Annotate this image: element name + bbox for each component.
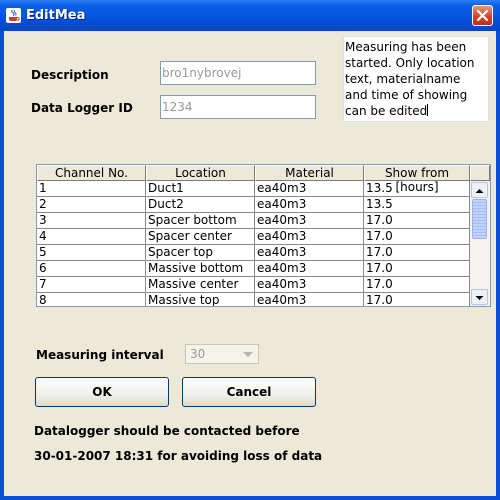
- cell-show-from[interactable]: 17.0: [364, 293, 470, 306]
- cell-show-from[interactable]: 17.0: [364, 245, 470, 261]
- warning-message-line-2: 30-01-2007 18:31 for avoiding loss of da…: [34, 449, 323, 463]
- cell-channel[interactable]: 1: [37, 181, 146, 197]
- edit-mea-window: EditMea Description bro1nybrovej Data Lo…: [0, 0, 500, 500]
- table-row[interactable]: 7 Massive center ea40m3 17.0: [37, 277, 470, 293]
- notice-line-last: can be edited: [345, 103, 488, 119]
- cell-show-from[interactable]: 13.5: [364, 181, 470, 197]
- cell-show-from[interactable]: 17.0: [364, 261, 470, 277]
- cell-material[interactable]: ea40m3: [255, 213, 364, 229]
- cell-material[interactable]: ea40m3: [255, 245, 364, 261]
- scroll-down-button[interactable]: [471, 289, 488, 305]
- table-row[interactable]: 1 Duct1 ea40m3 13.5: [37, 181, 470, 197]
- dialog-body: Description bro1nybrovej Data Logger ID …: [4, 31, 496, 496]
- cell-show-from[interactable]: 17.0: [364, 229, 470, 245]
- text-caret: [427, 104, 429, 116]
- close-button[interactable]: [472, 5, 493, 26]
- cell-material[interactable]: ea40m3: [255, 277, 364, 293]
- notice-textarea[interactable]: Measuring has been started. Only locatio…: [343, 36, 489, 122]
- cell-material[interactable]: ea40m3: [255, 229, 364, 245]
- title-bar[interactable]: EditMea: [0, 0, 500, 31]
- arrow-down-icon: [475, 296, 484, 300]
- notice-line: text, materialname: [345, 72, 461, 86]
- cell-show-from[interactable]: 13.5: [364, 197, 470, 213]
- table-row[interactable]: 8 Massive top ea40m3 17.0: [37, 293, 470, 306]
- table-row[interactable]: 4 Spacer center ea40m3 17.0: [37, 229, 470, 245]
- description-field[interactable]: bro1nybrovej: [160, 61, 316, 85]
- cell-channel[interactable]: 3: [37, 213, 146, 229]
- cell-material[interactable]: ea40m3: [255, 293, 364, 306]
- cell-material[interactable]: ea40m3: [255, 197, 364, 213]
- header-corner: [470, 165, 490, 181]
- cell-channel[interactable]: 2: [37, 197, 146, 213]
- table-body: 1 Duct1 ea40m3 13.5 2 Duct2 ea40m3 13.5 …: [37, 181, 470, 306]
- cell-show-from[interactable]: 17.0: [364, 213, 470, 229]
- table-row[interactable]: 5 Spacer top ea40m3 17.0: [37, 245, 470, 261]
- close-icon: [476, 9, 489, 22]
- cell-location[interactable]: Spacer center: [146, 229, 255, 245]
- arrow-up-icon: [475, 189, 484, 193]
- cell-location[interactable]: Massive bottom: [146, 261, 255, 277]
- data-logger-id-label: Data Logger ID: [31, 101, 133, 115]
- chevron-down-icon: [243, 352, 253, 357]
- cell-show-from[interactable]: 17.0: [364, 277, 470, 293]
- data-logger-id-field[interactable]: 1234: [160, 95, 316, 119]
- cell-material[interactable]: ea40m3: [255, 261, 364, 277]
- cell-material[interactable]: ea40m3: [255, 181, 364, 197]
- java-cup-icon: [6, 8, 21, 23]
- table-row[interactable]: 6 Massive bottom ea40m3 17.0: [37, 261, 470, 277]
- notice-line: can be edited: [345, 104, 428, 118]
- table-scrollbar[interactable]: [470, 181, 490, 306]
- cell-channel[interactable]: 7: [37, 277, 146, 293]
- cell-channel[interactable]: 8: [37, 293, 146, 306]
- cell-channel[interactable]: 6: [37, 261, 146, 277]
- cell-location[interactable]: Massive top: [146, 293, 255, 306]
- measuring-interval-select[interactable]: 30: [185, 344, 259, 364]
- cell-location[interactable]: Spacer top: [146, 245, 255, 261]
- cell-channel[interactable]: 5: [37, 245, 146, 261]
- ok-button[interactable]: OK: [35, 377, 169, 407]
- description-label: Description: [31, 68, 109, 82]
- column-header-show-from[interactable]: Show from [hours]: [364, 165, 470, 194]
- column-header-material[interactable]: Material: [255, 165, 364, 181]
- cell-location[interactable]: Duct1: [146, 181, 255, 197]
- measuring-interval-label: Measuring interval: [36, 348, 164, 362]
- notice-line: and time of showing: [345, 88, 468, 102]
- column-header-channel[interactable]: Channel No.: [37, 165, 146, 181]
- scroll-thumb[interactable]: [472, 199, 487, 239]
- window-title: EditMea: [26, 8, 86, 23]
- notice-line: started. Only location: [345, 56, 475, 70]
- cell-location[interactable]: Massive center: [146, 277, 255, 293]
- cell-channel[interactable]: 4: [37, 229, 146, 245]
- cell-location[interactable]: Duct2: [146, 197, 255, 213]
- cell-location[interactable]: Spacer bottom: [146, 213, 255, 229]
- table-row[interactable]: 2 Duct2 ea40m3 13.5: [37, 197, 470, 213]
- cancel-button[interactable]: Cancel: [182, 377, 316, 407]
- warning-message-line-1: Datalogger should be contacted before: [34, 424, 300, 438]
- notice-line: Measuring has been: [345, 40, 467, 54]
- table-row[interactable]: 3 Spacer bottom ea40m3 17.0: [37, 213, 470, 229]
- table-header: Channel No. Location Material Show from …: [37, 165, 490, 194]
- scroll-up-button[interactable]: [471, 182, 488, 198]
- channel-table: Channel No. Location Material Show from …: [36, 164, 491, 307]
- measuring-interval-value: 30: [190, 347, 206, 361]
- column-header-location[interactable]: Location: [146, 165, 255, 181]
